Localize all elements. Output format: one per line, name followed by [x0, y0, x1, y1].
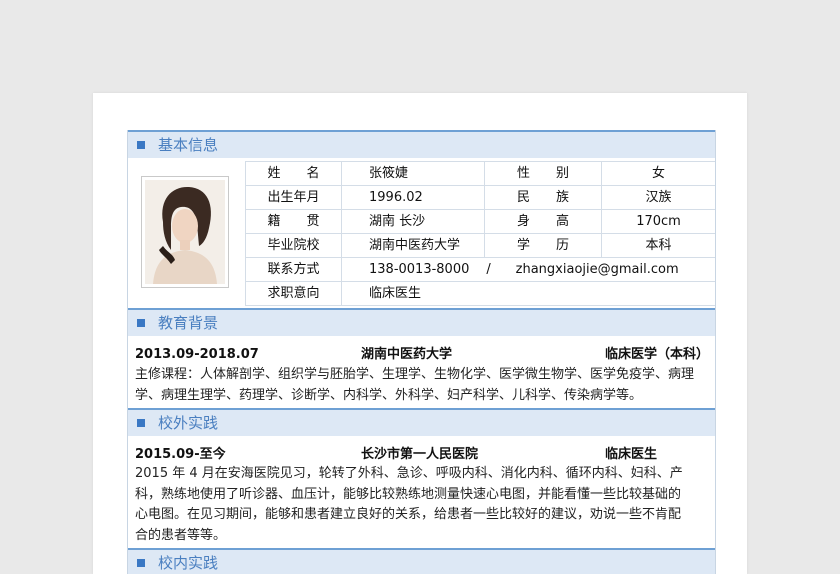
- education-courses: 主修课程：人体解剖学、组织学与胚胎学、生理学、生物化学、医学微生物学、医学免疫学…: [135, 365, 707, 406]
- height-value: 170cm: [601, 209, 715, 234]
- ethnicity-value: 汉族: [601, 185, 715, 210]
- description-line: 心电图。在见习期间，能够和患者建立良好的关系，给患者一些比较好的建议，劝说一些不…: [135, 507, 682, 522]
- courses-line: 学、病理生理学、药理学、诊断学、内科学、外科学、妇产科学、儿科学、传染病学等。: [135, 387, 643, 403]
- resume-sheet: 基本信息 姓 名 张筱婕 性 别 女 出生年月 1996.02 民 族 汉族 籍…: [127, 130, 716, 574]
- table-row: 籍 贯 湖南 长沙 身 高 170cm: [245, 209, 715, 234]
- square-bullet-icon: [137, 319, 145, 327]
- gender-label: 性 别: [484, 161, 602, 186]
- courses-line: 主修课程：人体解剖学、组织学与胚胎学、生理学、生物化学、医学微生物学、医学免疫学…: [135, 367, 695, 382]
- gender-value: 女: [601, 161, 715, 186]
- phone-value: 138-0013-8000: [369, 262, 470, 277]
- contact-value: 138-0013-8000 / zhangxiaojie@gmail.com: [341, 257, 715, 282]
- height-label: 身 高: [484, 209, 602, 234]
- square-bullet-icon: [137, 141, 145, 149]
- name-label: 姓 名: [245, 161, 342, 186]
- external-role: 临床医生: [605, 447, 658, 462]
- birth-value: 1996.02: [341, 185, 485, 210]
- section-header-education: 教育背景: [128, 308, 715, 336]
- profile-photo: [145, 180, 225, 284]
- external-description: 2015 年 4 月在安海医院见习，轮转了外科、急诊、呼吸内科、消化内科、循环内…: [135, 464, 707, 546]
- table-row: 出生年月 1996.02 民 族 汉族: [245, 185, 715, 210]
- description-line: 2015 年 4 月在安海医院见习，轮转了外科、急诊、呼吸内科、消化内科、循环内…: [135, 466, 683, 481]
- education-summary-row: 2013.09-2018.07 湖南中医药大学 临床医学（本科）: [135, 344, 710, 365]
- name-value: 张筱婕: [341, 161, 485, 186]
- school-value: 湖南中医药大学: [341, 233, 485, 258]
- external-org: 长沙市第一人民医院: [361, 447, 479, 462]
- school-label: 毕业院校: [245, 233, 342, 258]
- table-row: 求职意向 临床医生: [245, 281, 715, 306]
- section-header-external: 校外实践: [128, 408, 715, 436]
- photo-frame: [141, 176, 229, 288]
- basic-info-table: 姓 名 张筱婕 性 别 女 出生年月 1996.02 民 族 汉族 籍 贯 湖南…: [245, 161, 715, 306]
- photo-cell: [128, 161, 246, 305]
- section-title: 校内实践: [158, 554, 219, 572]
- contact-separator: /: [486, 262, 491, 277]
- intent-value: 临床医生: [341, 281, 715, 306]
- intent-label: 求职意向: [245, 281, 342, 306]
- table-row: 毕业院校 湖南中医药大学 学 历 本科: [245, 233, 715, 258]
- section-header-internal: 校内实践: [128, 548, 715, 574]
- section-title: 基本信息: [158, 136, 219, 154]
- ethnicity-label: 民 族: [484, 185, 602, 210]
- origin-label: 籍 贯: [245, 209, 342, 234]
- section-header-basic: 基本信息: [128, 130, 715, 158]
- description-line: 科，熟练地使用了听诊器、血压计，能够比较熟练地测量快速心电图，并能看懂一些比较基…: [135, 486, 682, 502]
- portrait-image: [145, 180, 225, 284]
- section-title: 校外实践: [158, 414, 219, 432]
- degree-value: 本科: [601, 233, 715, 258]
- section-title: 教育背景: [158, 314, 219, 332]
- origin-value: 湖南 长沙: [341, 209, 485, 234]
- education-period: 2013.09-2018.07: [135, 347, 259, 362]
- external-period: 2015.09-至今: [135, 447, 226, 462]
- external-summary-row: 2015.09-至今 长沙市第一人民医院 临床医生: [135, 444, 710, 465]
- education-major: 临床医学（本科）: [605, 347, 710, 362]
- education-school: 湖南中医药大学: [361, 347, 453, 362]
- description-line: 合的患者等等。: [135, 527, 227, 543]
- birth-label: 出生年月: [245, 185, 342, 210]
- contact-label: 联系方式: [245, 257, 342, 282]
- table-row: 联系方式 138-0013-8000 / zhangxiaojie@gmail.…: [245, 257, 715, 282]
- square-bullet-icon: [137, 419, 145, 427]
- square-bullet-icon: [137, 559, 145, 567]
- degree-label: 学 历: [484, 233, 602, 258]
- table-row: 姓 名 张筱婕 性 别 女: [245, 161, 715, 186]
- email-value: zhangxiaojie@gmail.com: [515, 262, 679, 277]
